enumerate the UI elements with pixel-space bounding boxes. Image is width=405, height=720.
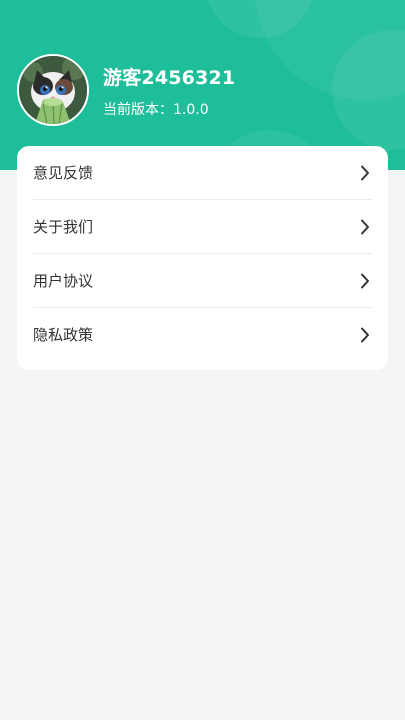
menu-item-label: 隐私政策 [33, 326, 94, 344]
chevron-right-icon [358, 219, 372, 235]
app-version: 当前版本：1.0.0 [103, 102, 209, 118]
menu-item-label: 关于我们 [33, 218, 94, 236]
cat-avatar-image [19, 56, 87, 124]
menu-item-user-agreement[interactable]: 用户协议 [33, 254, 372, 308]
menu-item-privacy-policy[interactable]: 隐私政策 [33, 308, 372, 361]
settings-menu: 意见反馈 关于我们 用户协议 隐私政策 [17, 146, 388, 370]
menu-item-label: 用户协议 [33, 272, 94, 290]
avatar[interactable] [17, 54, 89, 126]
chevron-right-icon [358, 327, 372, 343]
chevron-right-icon [358, 165, 372, 181]
menu-item-about-us[interactable]: 关于我们 [33, 200, 372, 254]
profile-header: 游客2456321 当前版本：1.0.0 [0, 0, 405, 170]
chevron-right-icon [358, 273, 372, 289]
menu-item-feedback[interactable]: 意见反馈 [33, 146, 372, 200]
menu-item-label: 意见反馈 [33, 164, 94, 182]
username: 游客2456321 [103, 67, 236, 89]
